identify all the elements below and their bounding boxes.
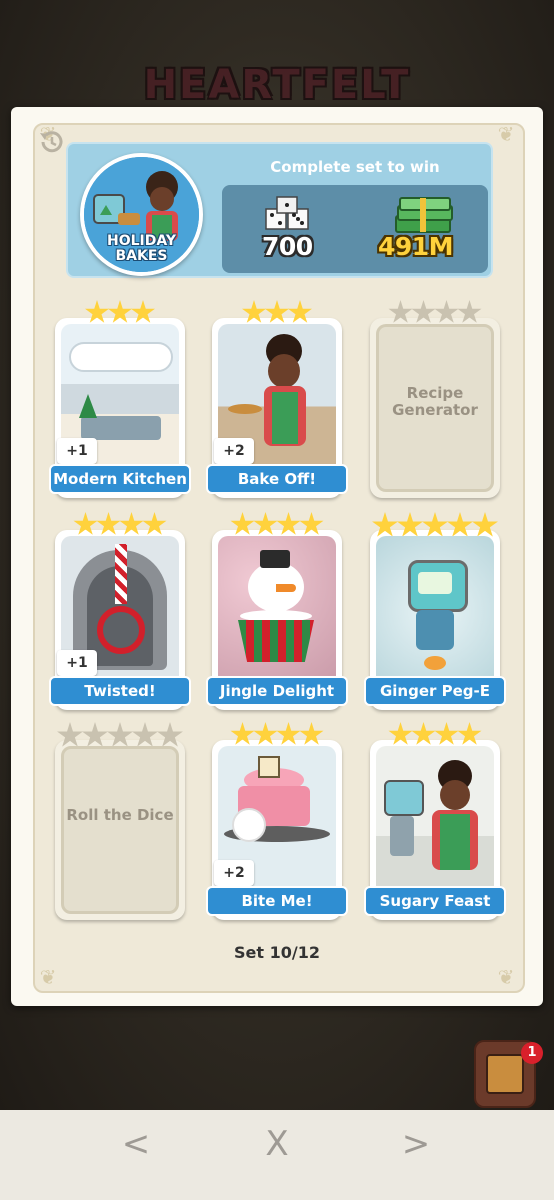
corner-ornament-icon: ❦ (39, 965, 57, 989)
star-icon (85, 300, 109, 323)
star-icon (299, 512, 324, 535)
star-icon (230, 722, 255, 745)
card-stars (370, 512, 500, 539)
star-icon (230, 512, 255, 535)
reward-caption: Complete set to win (270, 158, 440, 176)
notification-badge: 1 (521, 1042, 543, 1064)
star-icon (132, 722, 158, 747)
card-artwork (376, 536, 494, 686)
card-name: Roll the Dice (66, 806, 174, 824)
corner-ornament-icon: ❦ (497, 965, 515, 989)
star-icon (422, 512, 448, 537)
star-icon (107, 722, 133, 747)
star-icon (388, 722, 413, 745)
empty-card-slot: Roll the Dice (61, 746, 179, 914)
cash-reward: 491M (378, 232, 454, 261)
star-icon (276, 722, 301, 745)
star-icon (119, 512, 144, 535)
back-button[interactable]: < (116, 1124, 156, 1164)
star-icon (242, 300, 266, 323)
card-jingle-delight[interactable]: Jingle Delight (206, 512, 348, 710)
star-icon (265, 300, 289, 323)
star-icon (96, 512, 121, 535)
dice-icon (265, 196, 309, 230)
set-badge: HOLIDAY BAKES (80, 153, 203, 276)
card-stars (212, 722, 342, 747)
card-modern-kitchen[interactable]: +1 Modern Kitchen (49, 300, 191, 498)
star-icon (142, 512, 167, 535)
card-name: Sugary Feast (364, 886, 506, 916)
card-stars (370, 722, 500, 747)
card-roll-the-dice[interactable]: Roll the Dice (55, 722, 185, 920)
card-name: Twisted! (49, 676, 191, 706)
star-icon (108, 300, 132, 323)
card-name: Jingle Delight (206, 676, 348, 706)
card-stars (55, 300, 185, 325)
card-name: Modern Kitchen (49, 464, 191, 494)
star-icon (457, 300, 482, 323)
star-icon (253, 722, 278, 745)
set-counter: Set 10/12 (234, 943, 320, 962)
card-twisted[interactable]: +1 Twisted! (49, 512, 191, 710)
card-bite-me[interactable]: +2 Bite Me! (206, 722, 348, 920)
card-sugary-feast[interactable]: Sugary Feast (364, 722, 506, 920)
star-icon (253, 512, 278, 535)
card-name: Bite Me! (206, 886, 348, 916)
star-icon (411, 722, 436, 745)
cash-icon (395, 197, 453, 233)
star-icon (434, 300, 459, 323)
star-icon (457, 722, 482, 745)
duplicate-count: +2 (214, 438, 254, 464)
star-icon (434, 722, 459, 745)
card-stars (212, 300, 342, 325)
star-icon (447, 512, 473, 537)
card-name: Ginger Peg-E (364, 676, 506, 706)
star-icon (157, 722, 183, 747)
star-icon (299, 722, 324, 745)
card-recipe-generator[interactable]: Recipe Generator (370, 300, 500, 498)
card-name: Recipe Generator (392, 384, 478, 419)
star-icon (411, 300, 436, 323)
star-icon (57, 722, 83, 747)
empty-card-slot: Recipe Generator (376, 324, 494, 492)
card-bake-off[interactable]: +2 Bake Off! (206, 300, 348, 498)
star-icon (372, 512, 398, 537)
star-icon (397, 512, 423, 537)
duplicate-count: +1 (57, 650, 97, 676)
event-title: HEARTFELT (143, 62, 411, 108)
star-icon (472, 512, 498, 537)
star-icon (82, 722, 108, 747)
star-icon (288, 300, 312, 323)
card-stars (370, 300, 500, 325)
card-artwork (376, 746, 494, 896)
duplicate-count: +2 (214, 860, 254, 886)
card-name: Bake Off! (206, 464, 348, 494)
card-stars (55, 722, 185, 749)
close-button[interactable]: X (257, 1124, 297, 1164)
card-stars (212, 512, 342, 537)
card-artwork (218, 536, 336, 686)
card-stars (55, 512, 185, 537)
card-ginger-peg-e[interactable]: Ginger Peg-E (364, 512, 506, 710)
corner-ornament-icon: ❦ (497, 122, 515, 146)
star-icon (388, 300, 413, 323)
star-icon (73, 512, 98, 535)
dice-reward: 700 (262, 232, 313, 261)
star-icon (276, 512, 301, 535)
forward-button[interactable]: > (396, 1124, 436, 1164)
star-icon (131, 300, 155, 323)
history-icon[interactable] (37, 127, 67, 157)
set-name: HOLIDAY BAKES (106, 233, 176, 264)
duplicate-count: +1 (57, 438, 97, 464)
